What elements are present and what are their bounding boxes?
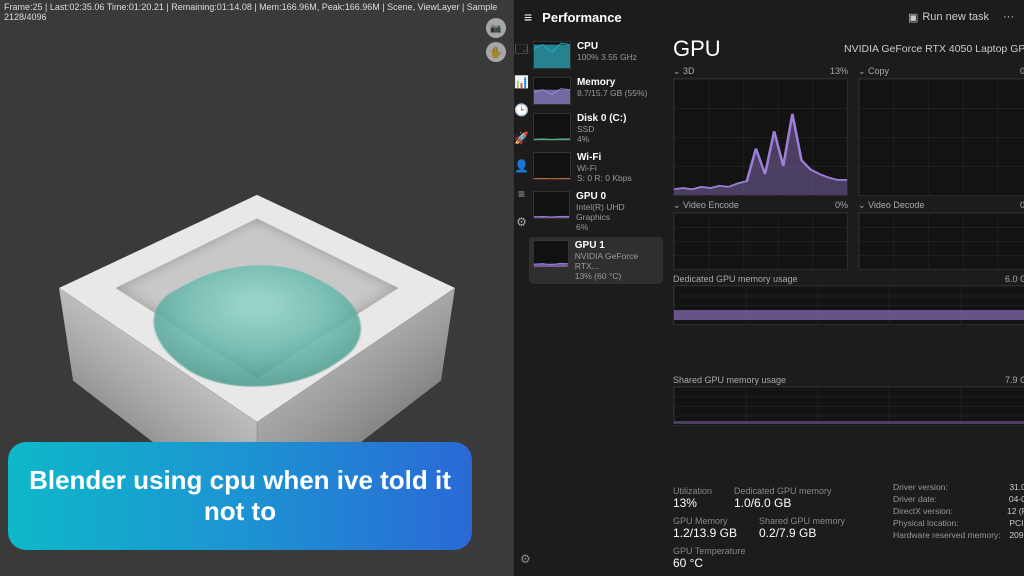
detail-row: Hardware reserved memory:209 ...: [893, 530, 1024, 540]
nav-history-icon[interactable]: 🕒: [514, 103, 529, 117]
nav-services-icon[interactable]: ⚙: [516, 215, 527, 229]
run-new-task-button[interactable]: ▣ Run new task: [908, 11, 989, 24]
stat: GPU Memory 1.2/13.9 GB: [673, 516, 737, 540]
list-item[interactable]: Memory 8.7/15.7 GB (55%): [529, 74, 663, 108]
graph-box: [673, 212, 848, 270]
gpu-detail: GPU NVIDIA GeForce RTX 4050 Laptop GPU ⌄…: [667, 34, 1024, 576]
nav-users-icon[interactable]: 👤: [514, 159, 529, 173]
shared-graph: [673, 386, 1024, 426]
stat: Shared GPU memory 0.2/7.9 GB: [759, 516, 845, 540]
thumb-graph: [533, 113, 571, 141]
list-item[interactable]: Wi-Fi Wi-FiS: 0 R: 0 Kbps: [529, 149, 663, 186]
stat: Dedicated GPU memory 1.0/6.0 GB: [734, 486, 832, 510]
thumb-graph: [533, 240, 569, 268]
graph-label[interactable]: ⌄ Video Encode: [673, 200, 739, 211]
menu-icon[interactable]: ≡: [524, 9, 532, 25]
overlay-caption: Blender using cpu when ive told it not t…: [8, 442, 472, 550]
graph-box: [673, 78, 848, 196]
list-item[interactable]: GPU 1 NVIDIA GeForce RTX...13% (60 °C): [529, 237, 663, 284]
graph-pct: 0%: [835, 200, 848, 211]
graph-box: [858, 212, 1024, 270]
nav-performance-icon[interactable]: 📊: [514, 75, 529, 89]
stat: GPU Temperature 60 °C: [673, 546, 745, 570]
run-task-icon: ▣: [908, 11, 918, 24]
shared-max: 7.9 GB: [1005, 375, 1024, 385]
thumb-graph: [533, 77, 571, 105]
stat: Utilization 13%: [673, 486, 712, 510]
blender-viewport: Frame:25 | Last:02:35.06 Time:01:20.21 |…: [0, 0, 514, 576]
gpu-name: NVIDIA GeForce RTX 4050 Laptop GPU: [844, 43, 1024, 55]
graph-pct: 0%: [1020, 200, 1024, 211]
graph-label[interactable]: ⌄ 3D: [673, 66, 695, 77]
gpu-title: GPU: [673, 36, 721, 62]
settings-icon[interactable]: ⚙: [520, 552, 531, 566]
thumb-graph: [533, 152, 571, 180]
detail-row: Physical location:PCI ...: [893, 518, 1024, 528]
nav-startup-icon[interactable]: 🚀: [514, 131, 529, 145]
task-manager: ≡ Performance ▣ Run new task ··· 🗔 📊 🕒 🚀…: [514, 0, 1024, 576]
shared-label: Shared GPU memory usage: [673, 375, 786, 385]
graph-pct: 13%: [830, 66, 848, 77]
tm-header: ≡ Performance ▣ Run new task ···: [514, 0, 1024, 34]
detail-row: Driver date:04-0...: [893, 494, 1024, 504]
nav-details-icon[interactable]: ≡: [518, 187, 525, 201]
tm-title-text: Performance: [542, 10, 621, 25]
graph-label[interactable]: ⌄ Copy: [858, 66, 889, 77]
performance-list: CPU 100% 3.55 GHz Memory 8.7/15.7 GB (55…: [529, 34, 667, 576]
thumb-graph: [533, 191, 570, 219]
detail-row: Driver version:31.0...: [893, 482, 1024, 492]
tm-nav: 🗔 📊 🕒 🚀 👤 ≡ ⚙: [514, 34, 529, 576]
dedicated-graph: [673, 285, 1024, 325]
graph-pct: 0%: [1020, 66, 1024, 77]
nav-processes-icon[interactable]: 🗔: [515, 40, 528, 61]
thumb-graph: [533, 41, 571, 69]
detail-row: DirectX version:12 (F...: [893, 506, 1024, 516]
dedicated-max: 6.0 GB: [1005, 274, 1024, 284]
more-icon[interactable]: ···: [1003, 11, 1014, 23]
list-item[interactable]: CPU 100% 3.55 GHz: [529, 38, 663, 72]
graph-box: [858, 78, 1024, 196]
graph-label[interactable]: ⌄ Video Decode: [858, 200, 924, 211]
list-item[interactable]: Disk 0 (C:) SSD4%: [529, 110, 663, 147]
dedicated-label: Dedicated GPU memory usage: [673, 274, 798, 284]
list-item[interactable]: GPU 0 Intel(R) UHD Graphics6%: [529, 188, 663, 235]
